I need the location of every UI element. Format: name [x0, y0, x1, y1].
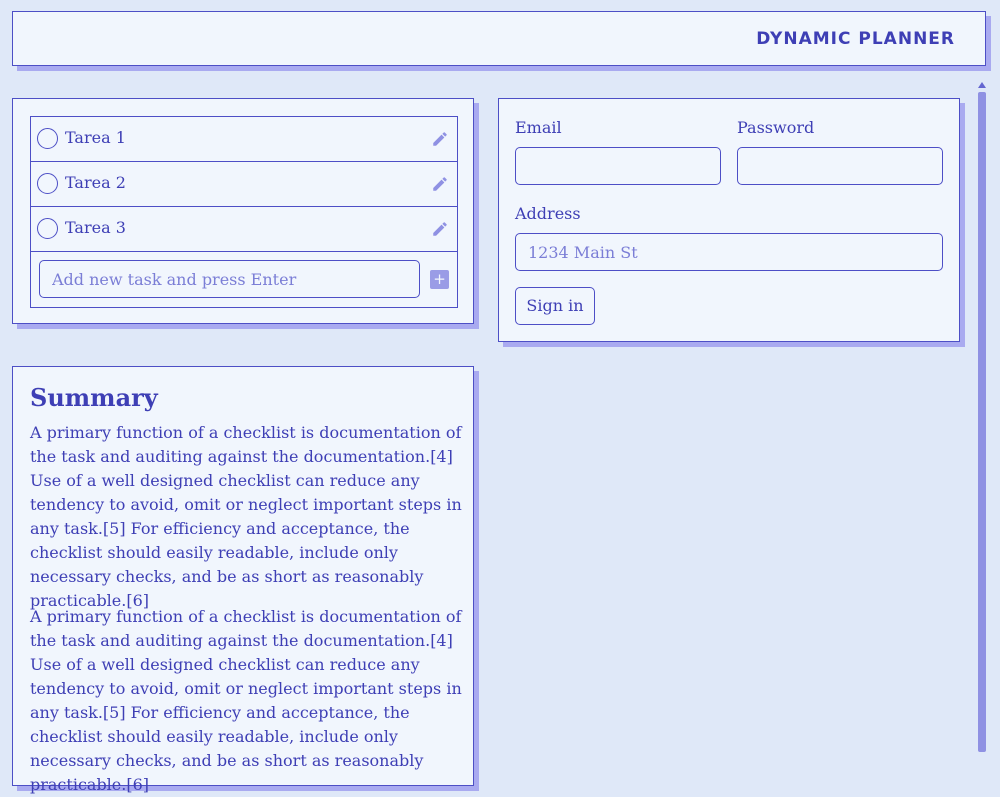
app-header: DYNAMIC PLANNER — [12, 11, 986, 66]
task-label: Tarea 1 — [65, 128, 126, 147]
summary-title: Summary — [30, 383, 158, 412]
app-title: DYNAMIC PLANNER — [756, 29, 955, 49]
summary-paragraph: A primary function of a checklist is doc… — [30, 423, 462, 610]
email-field[interactable] — [515, 147, 721, 185]
task-checkbox-icon[interactable] — [37, 128, 58, 149]
address-label: Address — [515, 204, 581, 223]
task-list: Tarea 1 Tarea 2 Tarea 3 + — [30, 116, 458, 308]
password-label: Password — [737, 118, 815, 137]
sign-in-form: Email Password Address Sign in — [498, 98, 960, 342]
summary-card: Summary A primary function of a checklis… — [12, 366, 474, 794]
task-label: Tarea 2 — [65, 173, 126, 192]
page-scrollbar[interactable] — [977, 82, 987, 752]
new-task-input[interactable] — [39, 260, 420, 298]
add-task-row: + — [31, 252, 457, 307]
address-field[interactable] — [515, 233, 943, 271]
task-checkbox-icon[interactable] — [37, 173, 58, 194]
summary-paragraph: A primary function of a checklist is doc… — [30, 607, 462, 794]
task-item[interactable]: Tarea 2 — [31, 162, 457, 207]
pencil-icon[interactable] — [431, 175, 449, 193]
pencil-icon[interactable] — [431, 220, 449, 238]
task-list-card: Tarea 1 Tarea 2 Tarea 3 + — [12, 98, 474, 324]
scrollbar-thumb[interactable] — [978, 92, 986, 752]
task-checkbox-icon[interactable] — [37, 218, 58, 239]
plus-icon[interactable]: + — [430, 270, 449, 289]
scroll-up-arrow-icon[interactable] — [978, 82, 986, 88]
pencil-icon[interactable] — [431, 130, 449, 148]
task-label: Tarea 3 — [65, 218, 126, 237]
email-label: Email — [515, 118, 562, 137]
sign-in-button[interactable]: Sign in — [515, 287, 595, 325]
task-item[interactable]: Tarea 1 — [31, 117, 457, 162]
password-field[interactable] — [737, 147, 943, 185]
task-item[interactable]: Tarea 3 — [31, 207, 457, 252]
